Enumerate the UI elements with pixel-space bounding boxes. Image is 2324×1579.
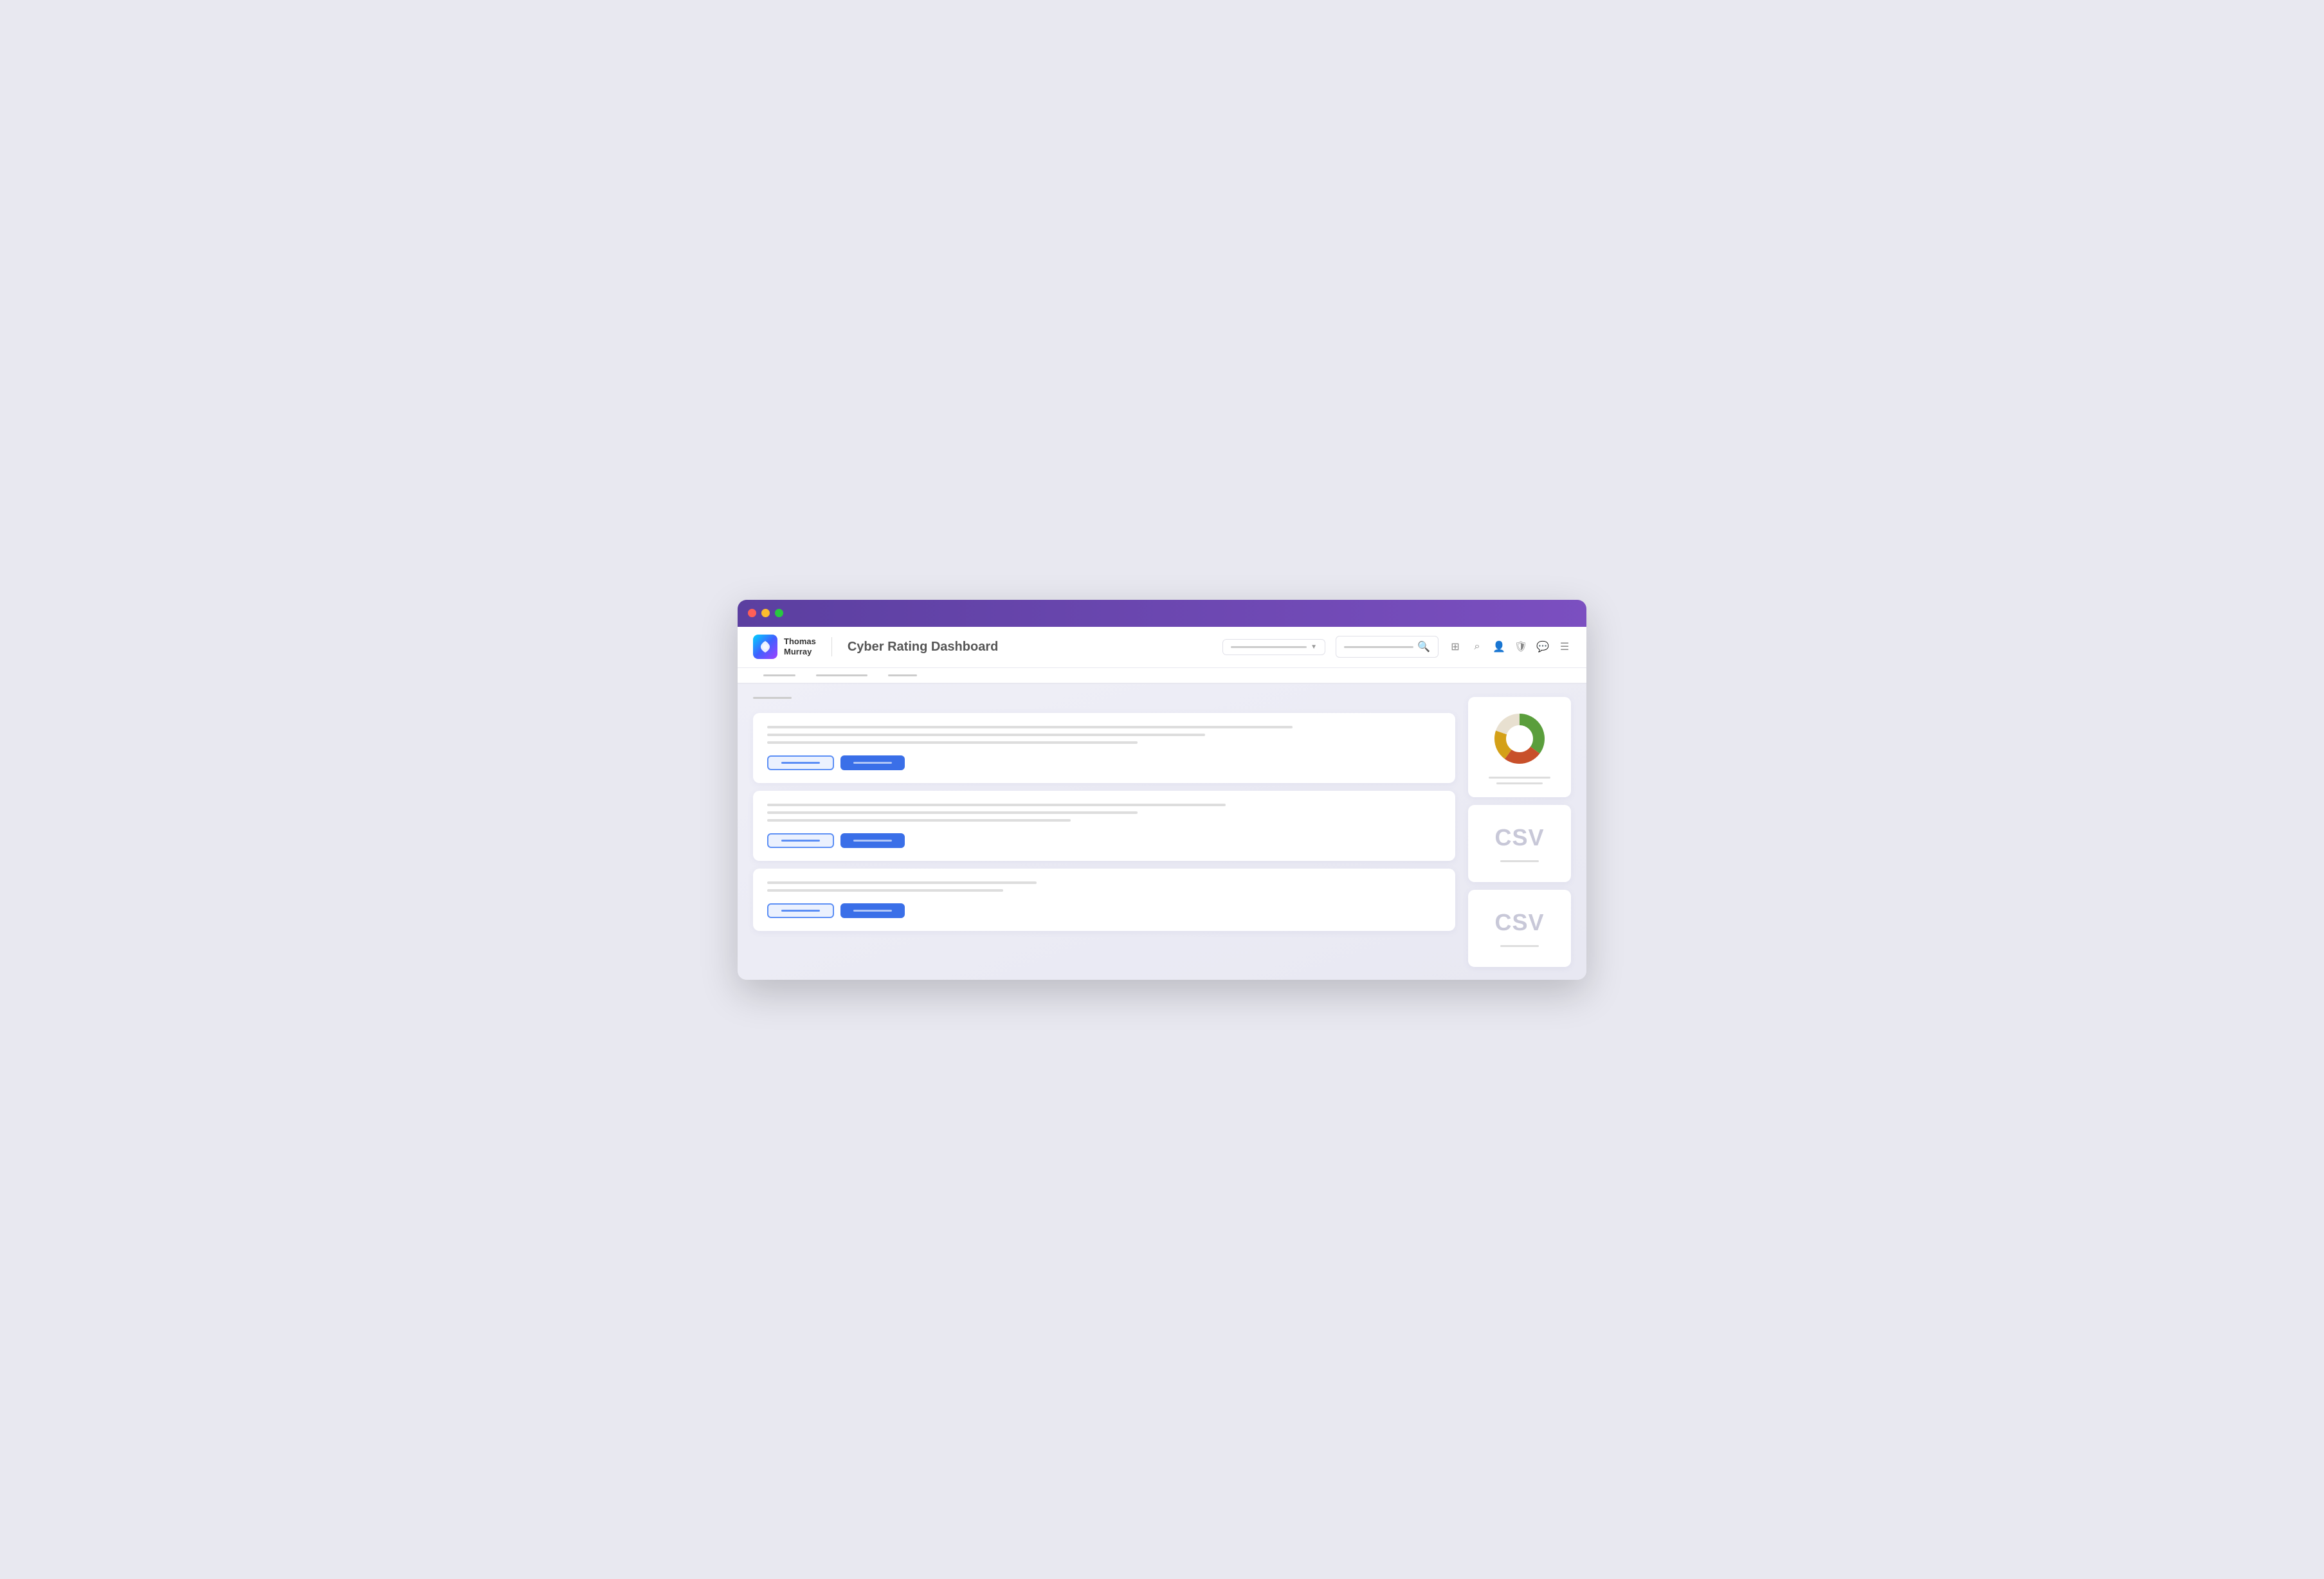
button-label-line <box>853 840 892 842</box>
menu-icon[interactable]: ☰ <box>1558 640 1571 653</box>
csv-card-1: CSV <box>1468 805 1571 882</box>
header: Thomas Murray Cyber Rating Dashboard ▼ 🔍… <box>738 627 1586 668</box>
search-icon: 🔍 <box>1417 640 1430 653</box>
section-label <box>753 697 792 699</box>
nav-tabs <box>738 668 1586 684</box>
csv-card-2: CSV <box>1468 890 1571 967</box>
chart-label-line <box>1489 777 1550 779</box>
button-label-line <box>781 840 820 842</box>
card-actions <box>767 833 1441 848</box>
brand-logo-icon <box>753 635 777 659</box>
tab-3[interactable] <box>878 668 927 683</box>
button-label-line <box>781 762 820 764</box>
grid-icon[interactable]: ⊞ <box>1449 640 1462 653</box>
search-icon-nav[interactable]: ⌕ <box>1471 640 1484 653</box>
chat-icon[interactable]: 💬 <box>1536 640 1549 653</box>
chart-labels <box>1481 777 1558 784</box>
csv-file-label-line-2 <box>1500 945 1539 947</box>
content-line <box>767 889 1003 892</box>
content-line <box>767 726 1293 728</box>
brand-name: Thomas Murray <box>784 636 816 656</box>
card-actions <box>767 755 1441 770</box>
csv-file-label-line <box>1500 860 1539 862</box>
content-area: CSV CSV <box>738 684 1586 980</box>
list-item <box>753 869 1455 931</box>
donut-chart-card <box>1468 697 1571 797</box>
list-item <box>753 791 1455 861</box>
view-details-button[interactable] <box>767 833 834 848</box>
download-button[interactable] <box>840 833 905 848</box>
view-details-button[interactable] <box>767 903 834 918</box>
download-button[interactable] <box>840 903 905 918</box>
content-line <box>767 804 1226 806</box>
tab-2[interactable] <box>806 668 878 683</box>
search-placeholder-line <box>1344 646 1413 648</box>
tab-1[interactable] <box>753 668 806 683</box>
page-title: Cyber Rating Dashboard <box>848 640 998 654</box>
header-search[interactable]: 🔍 <box>1336 636 1439 658</box>
card-content-lines <box>767 726 1441 744</box>
content-line <box>767 819 1071 822</box>
download-button[interactable] <box>840 755 905 770</box>
button-label-line <box>853 762 892 764</box>
chart-label-line <box>1496 782 1543 784</box>
card-content-lines <box>767 881 1441 892</box>
csv-label: CSV <box>1494 824 1544 851</box>
sidebar-cards: CSV CSV <box>1468 697 1571 967</box>
logo-area: Thomas Murray <box>753 635 816 659</box>
user-icon[interactable]: 👤 <box>1493 640 1505 653</box>
view-details-button[interactable] <box>767 755 834 770</box>
header-icons: ⊞ ⌕ 👤 🛡 💬 ☰ <box>1449 640 1571 653</box>
titlebar <box>738 600 1586 627</box>
content-line <box>767 734 1205 736</box>
button-label-line <box>853 910 892 912</box>
donut-chart <box>1491 710 1548 768</box>
chevron-down-icon: ▼ <box>1311 644 1317 651</box>
card-content-lines <box>767 804 1441 822</box>
content-line <box>767 881 1037 884</box>
header-divider <box>831 637 832 656</box>
close-dot[interactable] <box>748 609 756 617</box>
main-list <box>753 697 1455 967</box>
dropdown-placeholder-line <box>1231 646 1307 648</box>
maximize-dot[interactable] <box>775 609 783 617</box>
minimize-dot[interactable] <box>761 609 770 617</box>
content-line <box>767 741 1138 744</box>
shield-icon[interactable]: 🛡 <box>1514 640 1527 653</box>
card-actions <box>767 903 1441 918</box>
button-label-line <box>781 910 820 912</box>
list-item <box>753 713 1455 783</box>
header-dropdown[interactable]: ▼ <box>1222 639 1325 655</box>
app-window: Thomas Murray Cyber Rating Dashboard ▼ 🔍… <box>738 600 1586 980</box>
csv-label-2: CSV <box>1494 909 1544 936</box>
content-line <box>767 811 1138 814</box>
